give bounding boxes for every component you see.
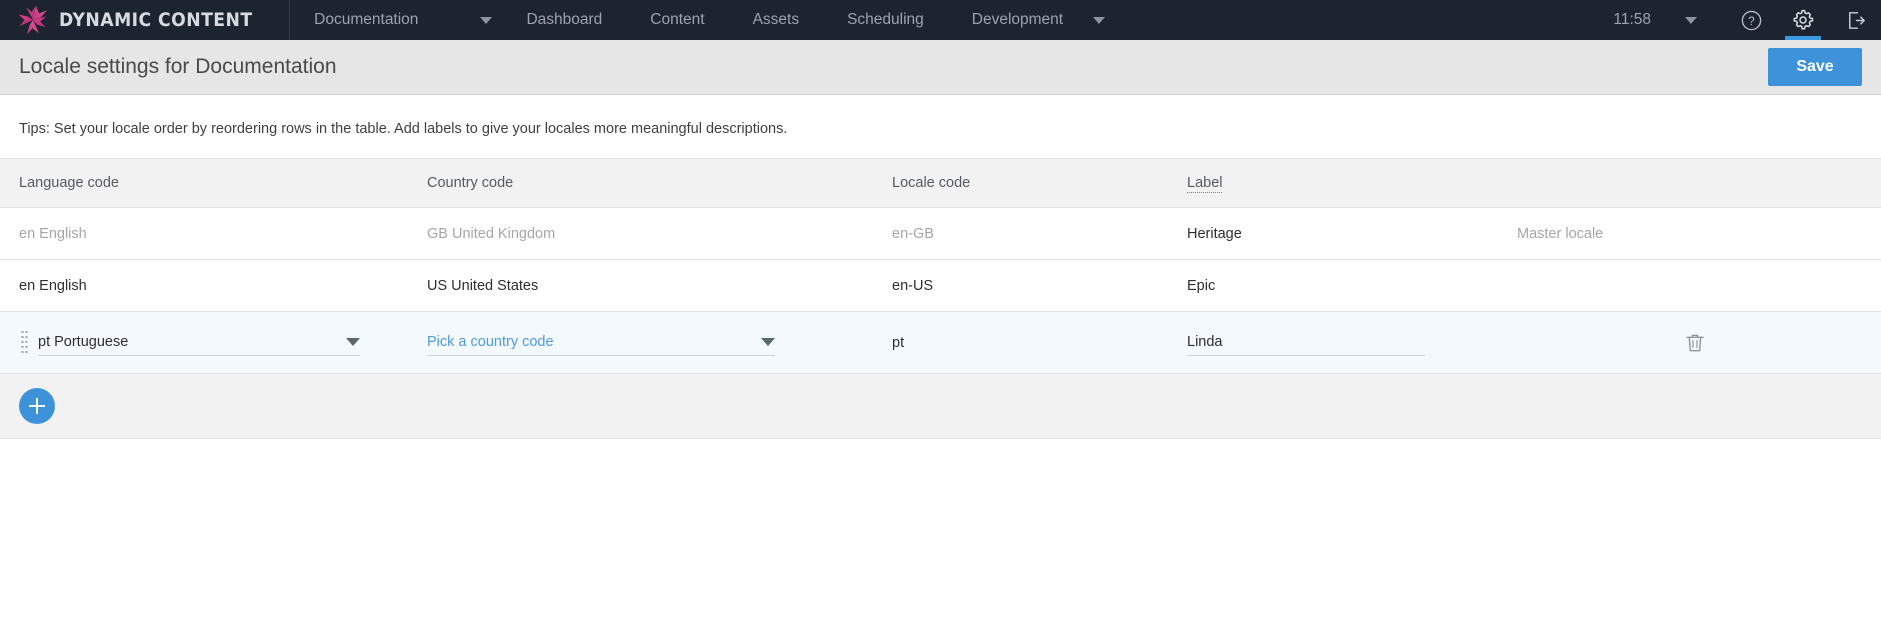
language-code-select[interactable]: pt Portuguese <box>38 329 360 356</box>
cell-locale-code: en-GB <box>892 225 934 242</box>
chevron-down-icon <box>1093 16 1106 24</box>
drag-dots-icon <box>21 330 28 353</box>
nav-item-dashboard[interactable]: Dashboard <box>502 0 626 40</box>
nav-right-group: 11:58 ? <box>1603 0 1881 40</box>
table-row: en English GB United Kingdom en-GB Herit… <box>0 208 1881 260</box>
timezone-selector[interactable]: 11:58 <box>1603 0 1725 40</box>
nav-item-scheduling[interactable]: Scheduling <box>823 0 948 40</box>
logout-button[interactable] <box>1829 0 1881 40</box>
gear-icon <box>1793 9 1814 30</box>
nav-environment-selector[interactable]: Development <box>948 0 1115 40</box>
nav-label: Scheduling <box>847 11 924 28</box>
language-code-value: pt Portuguese <box>38 334 129 350</box>
chevron-down-icon <box>761 338 775 346</box>
brand-logo[interactable]: DYNAMIC CONTENT <box>0 0 291 40</box>
column-header-country-code: Country code <box>427 175 514 191</box>
brand-name: DYNAMIC CONTENT <box>59 9 253 31</box>
active-tab-indicator <box>1785 36 1821 40</box>
column-header-locale-code: Locale code <box>892 175 971 191</box>
table-row: en English US United States en-US Epic <box>0 260 1881 312</box>
top-navigation-bar: DYNAMIC CONTENT Documentation Dashboard … <box>0 0 1881 40</box>
nav-item-assets[interactable]: Assets <box>729 0 824 40</box>
cell-language-code: en English <box>19 225 87 242</box>
cell-label: Heritage <box>1187 225 1242 242</box>
nav-environment-label: Development <box>971 11 1064 28</box>
add-locale-row <box>0 374 1881 439</box>
nav-label: Assets <box>752 11 800 28</box>
question-circle-icon: ? <box>1741 10 1761 30</box>
drag-handle-icon[interactable] <box>19 330 30 356</box>
cell-country-code: GB United Kingdom <box>427 225 556 242</box>
row-actions <box>1517 331 1881 355</box>
starburst-logo-icon <box>18 5 47 35</box>
cell-language-code: en English <box>19 277 87 294</box>
cell-label: Epic <box>1187 277 1216 294</box>
cell-locale-code: pt <box>892 334 905 351</box>
nav-label: Dashboard <box>526 11 603 28</box>
logout-icon <box>1848 11 1865 29</box>
label-input[interactable] <box>1187 329 1425 356</box>
label-cell <box>1187 329 1517 356</box>
nav-label: Content <box>650 11 705 28</box>
table-header-row: Language code Country code Locale code L… <box>0 158 1881 208</box>
settings-button[interactable] <box>1777 0 1829 40</box>
nav-item-content[interactable]: Content <box>626 0 728 40</box>
help-button[interactable]: ? <box>1725 0 1777 40</box>
language-code-cell: pt Portuguese <box>38 329 427 356</box>
country-code-select[interactable]: Pick a country code <box>427 329 775 356</box>
svg-text:?: ? <box>1748 15 1754 27</box>
column-header-label: Label <box>1187 175 1223 193</box>
table-row-editing: pt Portuguese Pick a country code pt <box>0 312 1881 374</box>
locales-table: Language code Country code Locale code L… <box>0 158 1881 439</box>
cell-country-code: US United States <box>427 277 539 294</box>
tips-text: Tips: Set your locale order by reorderin… <box>19 121 788 137</box>
nav-hub-selector[interactable]: Documentation <box>290 0 502 40</box>
save-button[interactable]: Save <box>1768 48 1862 86</box>
chevron-down-icon <box>480 16 493 24</box>
trash-icon[interactable] <box>1683 331 1707 355</box>
chevron-down-icon <box>1685 16 1697 24</box>
master-locale-badge: Master locale <box>1517 225 1604 242</box>
column-header-language-code: Language code <box>19 175 119 191</box>
add-locale-button[interactable] <box>19 388 55 424</box>
nav-items: Documentation Dashboard Content Assets S… <box>290 0 1115 40</box>
cell-locale-code: en-US <box>892 277 934 294</box>
page-header: Locale settings for Documentation Save <box>0 40 1881 95</box>
country-code-cell: Pick a country code <box>427 329 892 356</box>
current-time: 11:58 <box>1613 11 1651 28</box>
country-code-placeholder: Pick a country code <box>427 334 554 350</box>
page-title: Locale settings for Documentation <box>19 55 337 78</box>
chevron-down-icon <box>346 338 360 346</box>
nav-hub-label: Documentation <box>314 11 419 28</box>
plus-icon-vertical <box>36 398 38 414</box>
